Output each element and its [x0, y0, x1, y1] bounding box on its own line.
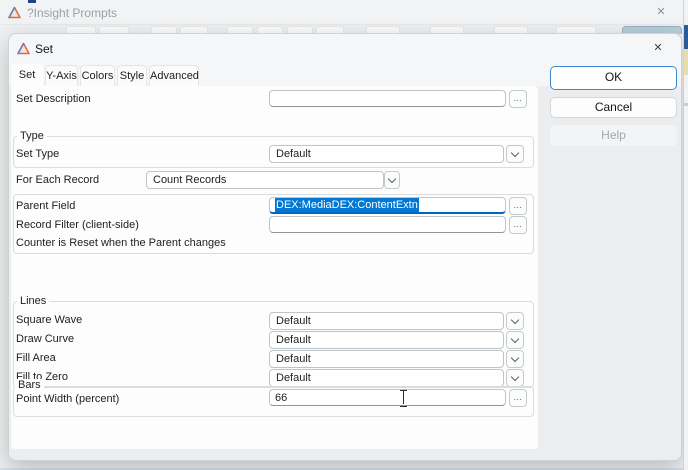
- point-width-input[interactable]: [269, 389, 506, 406]
- set-description-input[interactable]: [269, 90, 506, 107]
- parent-field-input[interactable]: DEX:MediaDEX:ContentExtn: [269, 197, 506, 214]
- text-cursor-icon: [399, 390, 408, 405]
- background-window-title: ?Insight Prompts: [27, 6, 117, 20]
- bars-group-legend: Bars: [15, 379, 44, 391]
- tab-style[interactable]: Style: [117, 65, 147, 86]
- for-each-record-dropdown-button[interactable]: [384, 171, 400, 189]
- record-filter-more-button[interactable]: …: [509, 216, 527, 234]
- set-type-combo[interactable]: Default: [269, 145, 504, 163]
- tab-colors[interactable]: Colors: [80, 65, 115, 86]
- cancel-button[interactable]: Cancel: [550, 97, 677, 118]
- fill-to-zero-dropdown-button[interactable]: [506, 369, 524, 387]
- parent-field-more-button[interactable]: …: [509, 197, 527, 215]
- dialog-title: Set: [35, 42, 53, 56]
- set-type-dropdown-button[interactable]: [506, 145, 524, 163]
- background-close-icon[interactable]: ✕: [648, 3, 674, 22]
- parent-field-label: Parent Field: [16, 200, 75, 212]
- tab-set[interactable]: Set: [11, 64, 43, 86]
- chevron-down-icon: [511, 334, 519, 342]
- ok-button[interactable]: OK: [550, 66, 677, 90]
- edge-tan-segment: [684, 49, 688, 75]
- set-dialog: Set ✕ Set Y-Axis Colors Style Advanced S…: [8, 33, 682, 461]
- draw-curve-dropdown-button[interactable]: [506, 331, 524, 349]
- chevron-down-icon: [511, 353, 519, 361]
- point-width-more-button[interactable]: …: [509, 389, 527, 407]
- type-group-legend: Type: [17, 130, 47, 142]
- edge-dash: [684, 103, 688, 106]
- chevron-down-icon: [388, 174, 396, 182]
- counter-reset-note: Counter is Reset when the Parent changes: [16, 237, 226, 249]
- point-width-label: Point Width (percent): [16, 393, 119, 405]
- tab-advanced[interactable]: Advanced: [149, 65, 199, 86]
- square-wave-label: Square Wave: [16, 314, 82, 326]
- set-description-more-button[interactable]: …: [509, 90, 527, 108]
- square-wave-combo[interactable]: Default: [269, 312, 504, 330]
- fill-to-zero-combo[interactable]: Default: [269, 369, 504, 387]
- right-edge-window-strip: [683, 0, 688, 470]
- draw-curve-combo[interactable]: Default: [269, 331, 504, 349]
- record-filter-input[interactable]: [269, 216, 506, 233]
- fill-area-label: Fill Area: [16, 352, 56, 364]
- tab-content-panel: Set Description … Type Set Type Default …: [11, 86, 538, 449]
- set-description-label: Set Description: [16, 93, 91, 105]
- selected-text: DEX:MediaDEX:ContentExtn: [275, 198, 419, 212]
- dialog-icon: [17, 42, 30, 55]
- record-filter-label: Record Filter (client-side): [16, 219, 139, 231]
- dialog-titlebar[interactable]: Set ✕: [9, 34, 681, 64]
- chevron-down-icon: [511, 372, 519, 380]
- background-window-titlebar[interactable]: ?Insight Prompts ✕: [0, 0, 688, 25]
- dialog-close-icon[interactable]: ✕: [645, 38, 671, 58]
- edge-blue-segment: [684, 25, 688, 49]
- draw-curve-label: Draw Curve: [16, 333, 74, 345]
- fill-area-dropdown-button[interactable]: [506, 350, 524, 368]
- screen: ?Insight Prompts ✕: [0, 0, 688, 470]
- set-type-label: Set Type: [16, 148, 59, 160]
- help-button[interactable]: Help: [550, 125, 677, 146]
- for-each-record-combo[interactable]: Count Records: [146, 171, 384, 189]
- for-each-record-label: For Each Record: [16, 174, 99, 186]
- top-accent-mark: [28, 0, 36, 3]
- fill-area-combo[interactable]: Default: [269, 350, 504, 368]
- lines-group-legend: Lines: [17, 295, 49, 307]
- app-icon: [8, 6, 21, 19]
- chevron-down-icon: [511, 315, 519, 323]
- tab-y-axis[interactable]: Y-Axis: [45, 65, 78, 86]
- square-wave-dropdown-button[interactable]: [506, 312, 524, 330]
- chevron-down-icon: [511, 148, 519, 156]
